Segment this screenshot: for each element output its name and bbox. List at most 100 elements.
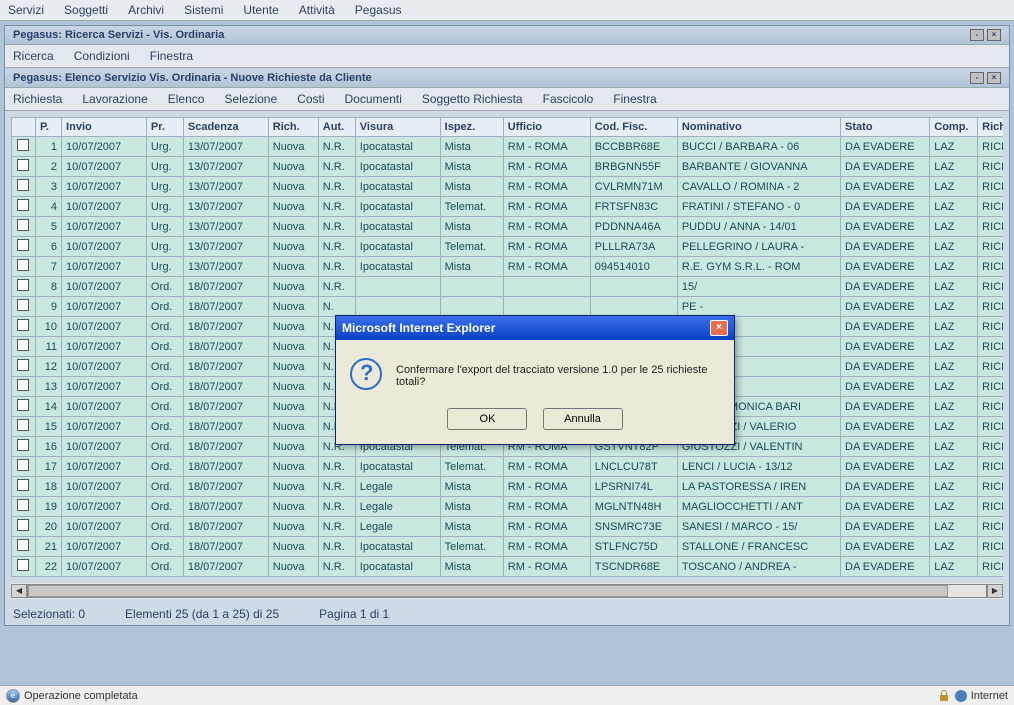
cell: N.R. (318, 457, 355, 477)
col-p-[interactable]: P. (35, 118, 61, 137)
cell: 10/07/2007 (62, 157, 147, 177)
cell: LAZ (930, 157, 978, 177)
col-pr-[interactable]: Pr. (146, 118, 183, 137)
menu-item-pegasus[interactable]: Pegasus (355, 3, 402, 17)
row-checkbox[interactable] (17, 519, 29, 531)
row-checkbox[interactable] (17, 479, 29, 491)
table-row[interactable]: 310/07/2007Urg.13/07/2007NuovaN.R.Ipocat… (12, 177, 1004, 197)
menu-item-selezione[interactable]: Selezione (224, 92, 277, 106)
table-row[interactable]: 410/07/2007Urg.13/07/2007NuovaN.R.Ipocat… (12, 197, 1004, 217)
menu-item-sistemi[interactable]: Sistemi (184, 3, 223, 17)
col-aut-[interactable]: Aut. (318, 118, 355, 137)
table-row[interactable]: 1810/07/2007Ord.18/07/2007NuovaN.R.Legal… (12, 477, 1004, 497)
cell: Ord. (146, 357, 183, 377)
cell: LAZ (930, 257, 978, 277)
col-ufficio[interactable]: Ufficio (503, 118, 590, 137)
table-row[interactable]: 1710/07/2007Ord.18/07/2007NuovaN.R.Ipoca… (12, 457, 1004, 477)
minimize-icon[interactable]: - (970, 72, 984, 84)
cancel-button[interactable]: Annulla (543, 408, 623, 430)
menu-item-ricerca[interactable]: Ricerca (13, 49, 54, 63)
row-checkbox[interactable] (17, 319, 29, 331)
col-comp-[interactable]: Comp. (930, 118, 978, 137)
ok-button[interactable]: OK (447, 408, 527, 430)
row-checkbox[interactable] (17, 499, 29, 511)
row-checkbox[interactable] (17, 159, 29, 171)
close-icon[interactable]: × (987, 72, 1001, 84)
dialog-close-icon[interactable]: × (710, 320, 728, 336)
cell: 10/07/2007 (62, 257, 147, 277)
col-visura[interactable]: Visura (355, 118, 440, 137)
table-row[interactable]: 710/07/2007Urg.13/07/2007NuovaN.R.Ipocat… (12, 257, 1004, 277)
horizontal-scrollbar[interactable]: ◀ ▶ (11, 583, 1003, 599)
table-row[interactable]: 2110/07/2007Ord.18/07/2007NuovaN.R.Ipoca… (12, 537, 1004, 557)
row-checkbox[interactable] (17, 199, 29, 211)
cell: RICEVUTA DA (978, 217, 1003, 237)
col-scadenza[interactable]: Scadenza (183, 118, 268, 137)
close-icon[interactable]: × (987, 29, 1001, 41)
row-checkbox[interactable] (17, 539, 29, 551)
row-checkbox[interactable] (17, 219, 29, 231)
row-checkbox[interactable] (17, 459, 29, 471)
menu-item-archivi[interactable]: Archivi (128, 3, 164, 17)
table-row[interactable]: 510/07/2007Urg.13/07/2007NuovaN.R.Ipocat… (12, 217, 1004, 237)
menu-item-soggetto-richiesta[interactable]: Soggetto Richiesta (422, 92, 523, 106)
col-stato[interactable]: Stato (841, 118, 930, 137)
row-checkbox[interactable] (17, 299, 29, 311)
table-row[interactable]: 610/07/2007Urg.13/07/2007NuovaN.R.Ipocat… (12, 237, 1004, 257)
row-checkbox[interactable] (17, 139, 29, 151)
menu-item-fascicolo[interactable]: Fascicolo (543, 92, 594, 106)
cell: STALLONE / FRANCESC (677, 537, 840, 557)
menu-item-servizi[interactable]: Servizi (8, 3, 44, 17)
col-ispez-[interactable]: Ispez. (440, 118, 503, 137)
table-row[interactable]: 810/07/2007Ord.18/07/2007NuovaN.R.15/DA … (12, 277, 1004, 297)
row-checkbox[interactable] (17, 419, 29, 431)
table-row[interactable]: 1910/07/2007Ord.18/07/2007NuovaN.R.Legal… (12, 497, 1004, 517)
menu-item-attività[interactable]: Attività (299, 3, 335, 17)
row-checkbox[interactable] (17, 379, 29, 391)
cell: Urg. (146, 137, 183, 157)
row-checkbox[interactable] (17, 559, 29, 571)
table-row[interactable]: 2010/07/2007Ord.18/07/2007NuovaN.R.Legal… (12, 517, 1004, 537)
minimize-icon[interactable]: - (970, 29, 984, 41)
menu-item-utente[interactable]: Utente (243, 3, 278, 17)
col-invio[interactable]: Invio (62, 118, 147, 137)
row-checkbox[interactable] (17, 179, 29, 191)
scroll-left-arrow-icon[interactable]: ◀ (11, 584, 27, 598)
table-row[interactable]: 2210/07/2007Ord.18/07/2007NuovaN.R.Ipoca… (12, 557, 1004, 577)
cell: RICEVUTA DA (978, 257, 1003, 277)
cell: Telemat. (440, 537, 503, 557)
scroll-track[interactable] (27, 584, 987, 598)
scroll-thumb[interactable] (28, 585, 948, 597)
menu-item-lavorazione[interactable]: Lavorazione (82, 92, 147, 106)
menu-item-richiesta[interactable]: Richiesta (13, 92, 62, 106)
menu-item-documenti[interactable]: Documenti (345, 92, 402, 106)
row-checkbox[interactable] (17, 439, 29, 451)
scroll-right-arrow-icon[interactable]: ▶ (987, 584, 1003, 598)
cell: 18/07/2007 (183, 497, 268, 517)
menu-item-soggetti[interactable]: Soggetti (64, 3, 108, 17)
row-checkbox[interactable] (17, 399, 29, 411)
cell: N.R. (318, 477, 355, 497)
table-row[interactable]: 910/07/2007Ord.18/07/2007NuovaN.PE -DA E… (12, 297, 1004, 317)
table-row[interactable]: 110/07/2007Urg.13/07/2007NuovaN.R.Ipocat… (12, 137, 1004, 157)
cell: Mista (440, 217, 503, 237)
row-checkbox[interactable] (17, 279, 29, 291)
cell: N.R. (318, 517, 355, 537)
menu-item-elenco[interactable]: Elenco (168, 92, 205, 106)
col-rich-[interactable]: Rich. (268, 118, 318, 137)
row-checkbox[interactable] (17, 239, 29, 251)
cell: RICEVUTA DA (978, 437, 1003, 457)
row-checkbox[interactable] (17, 339, 29, 351)
menu-item-finestra[interactable]: Finestra (150, 49, 193, 63)
row-checkbox[interactable] (17, 359, 29, 371)
col-nominativo[interactable]: Nominativo (677, 118, 840, 137)
col-checkbox[interactable] (12, 118, 36, 137)
col-richiesta[interactable]: Richiesta (978, 118, 1003, 137)
menu-item-condizioni[interactable]: Condizioni (74, 49, 130, 63)
col-cod-fisc-[interactable]: Cod. Fisc. (590, 118, 677, 137)
menu-item-finestra[interactable]: Finestra (613, 92, 656, 106)
row-checkbox[interactable] (17, 259, 29, 271)
table-row[interactable]: 210/07/2007Urg.13/07/2007NuovaN.R.Ipocat… (12, 157, 1004, 177)
menu-item-costi[interactable]: Costi (297, 92, 324, 106)
cell-checkbox (12, 457, 36, 477)
